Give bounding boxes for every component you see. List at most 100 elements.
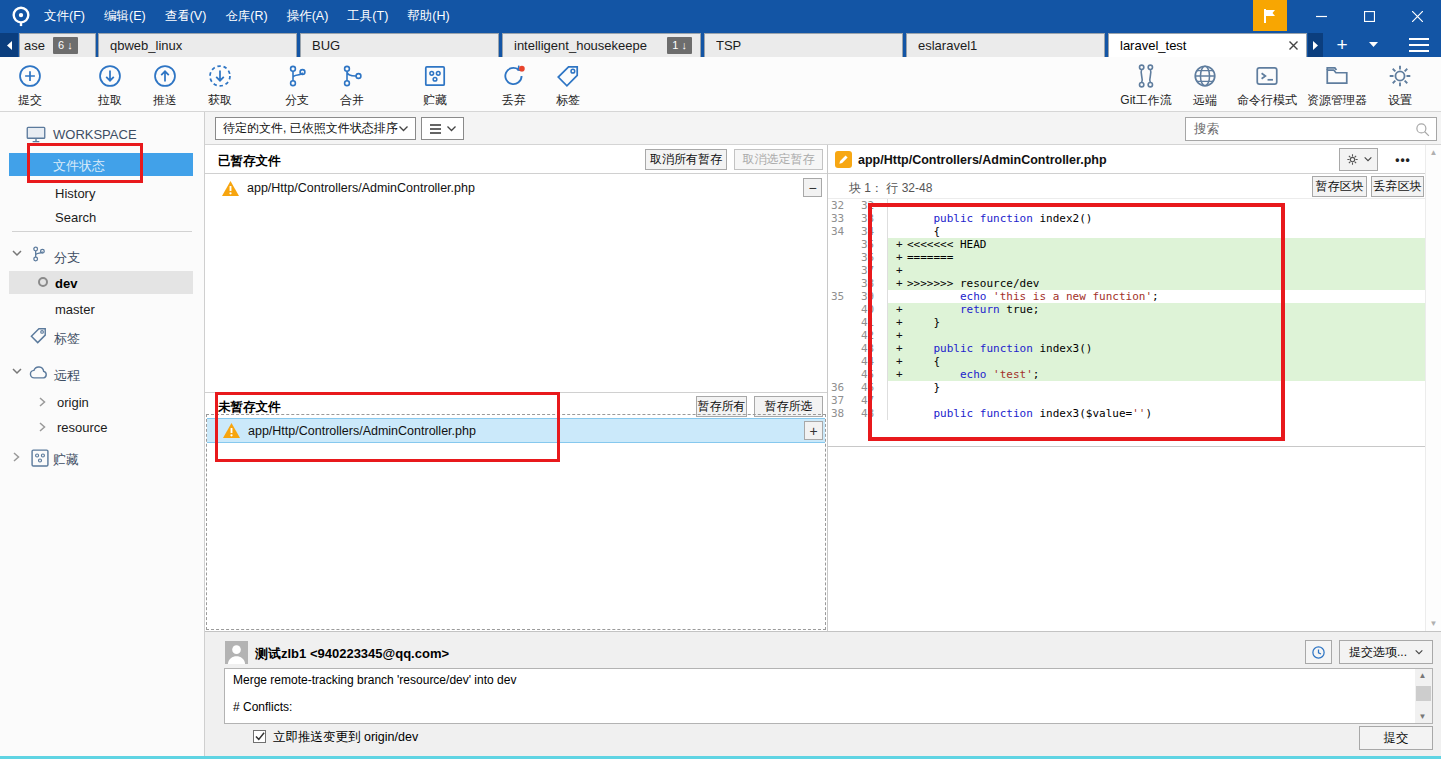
message-scrollbar[interactable]: ▲ ▼: [1415, 669, 1432, 723]
sidebar-item-history[interactable]: History: [55, 186, 95, 201]
more-options-button[interactable]: •••: [1388, 148, 1418, 171]
chevron-down-icon[interactable]: [12, 250, 22, 257]
sidebar-item-search[interactable]: Search: [55, 210, 96, 225]
cloud-icon: [29, 364, 49, 380]
flag-icon: [1263, 8, 1277, 24]
modified-file-icon: [835, 151, 852, 168]
diff-scrollbar[interactable]: ▲ ▼: [1425, 145, 1441, 631]
tab-partial[interactable]: ase6 ↓: [19, 33, 96, 57]
hamburger-menu-button[interactable]: [1405, 33, 1433, 57]
terminal-icon: [1229, 62, 1305, 90]
close-button[interactable]: [1393, 0, 1441, 32]
title-bar: 文件(F) 编辑(E) 查看(V) 仓库(R) 操作(A) 工具(T) 帮助(H): [0, 0, 1441, 32]
staged-title: 已暂存文件: [218, 153, 281, 170]
tab-badge: 1 ↓: [667, 37, 692, 54]
sidebar-item-origin[interactable]: origin: [57, 395, 89, 410]
menu-item-1[interactable]: 编辑(E): [104, 8, 146, 25]
tab-BUG[interactable]: BUG: [300, 33, 499, 57]
staged-file-row[interactable]: app/Http/Controllers/AdminController.php: [205, 176, 827, 200]
search-input[interactable]: 搜索: [1185, 117, 1437, 141]
chevron-down-icon: [1364, 157, 1372, 162]
push-immediately-label: 立即推送变更到 origin/dev: [273, 729, 418, 746]
sidebar-item-dev-label[interactable]: dev: [55, 276, 77, 291]
tab-laravel_test[interactable]: laravel_test: [1108, 33, 1307, 57]
push-immediately-checkbox[interactable]: [253, 730, 266, 743]
toolbar-commit-button[interactable]: 提交: [0, 62, 68, 109]
chevron-down-icon[interactable]: [12, 368, 22, 375]
filter-bar: 待定的文件, 已依照文件状态排序 搜索: [205, 112, 1441, 145]
stage-hunk-button[interactable]: 暂存区块: [1312, 176, 1367, 197]
sidebar-group-tags[interactable]: 标签: [54, 330, 80, 348]
staged-section-header: 已暂存文件 取消所有暂存 取消选定暂存: [205, 145, 827, 174]
tab-TSP[interactable]: TSP: [704, 33, 903, 57]
menu-item-2[interactable]: 查看(V): [165, 8, 207, 25]
diff-options-button[interactable]: [1339, 148, 1378, 171]
tag-icon: [29, 326, 48, 345]
sidebar-separator: [12, 231, 192, 232]
list-icon: [430, 124, 441, 134]
sidebar-group-branches[interactable]: 分支: [54, 249, 80, 267]
app-logo-icon: [10, 5, 32, 27]
sidebar-group-stash[interactable]: 贮藏: [53, 451, 79, 469]
menu-item-3[interactable]: 仓库(R): [225, 8, 267, 25]
commit-options-button[interactable]: 提交选项...: [1339, 640, 1433, 664]
tag-icon: [530, 62, 606, 90]
discard-hunk-button[interactable]: 丢弃区块: [1371, 176, 1424, 197]
minimize-button[interactable]: [1298, 0, 1345, 32]
hunk-header: 块 1： 行 32-48 暂存区块 丢弃区块: [828, 174, 1426, 199]
toolbar-fetch-button[interactable]: 获取: [182, 62, 258, 109]
unstage-selected-button[interactable]: 取消选定暂存: [734, 149, 823, 170]
tab-bar: ase6 ↓qbweb_linuxBUGintelligent_housekee…: [0, 32, 1441, 57]
menu-item-6[interactable]: 帮助(H): [407, 8, 449, 25]
sidebar-item-resource[interactable]: resource: [57, 420, 108, 435]
toolbar-settings-button[interactable]: 设置: [1362, 62, 1438, 109]
clock-icon: [1311, 645, 1326, 660]
menu-item-5[interactable]: 工具(T): [347, 8, 388, 25]
tab-qbweb_linux[interactable]: qbweb_linux: [98, 33, 297, 57]
commit-message-box[interactable]: Merge remote-tracking branch 'resource/d…: [224, 668, 1433, 724]
toolbar-terminal-button[interactable]: 命令行模式: [1229, 62, 1305, 109]
chevron-right-icon[interactable]: [39, 397, 46, 407]
unstage-all-button[interactable]: 取消所有暂存: [645, 149, 727, 170]
fetch-icon: [182, 62, 258, 90]
settings-icon: [1362, 62, 1438, 90]
stage-file-button[interactable]: +: [804, 421, 823, 440]
new-tab-button[interactable]: +: [1330, 33, 1354, 57]
tab-intelligent_housekeepe[interactable]: intelligent_housekeepe1 ↓: [502, 33, 701, 57]
merge-icon: [314, 62, 390, 90]
commit-message-text: Merge remote-tracking branch 'resource/d…: [233, 674, 1408, 715]
commit-author: 测试zlb1 <940223345@qq.com>: [255, 645, 449, 663]
chevron-down-icon: [1415, 650, 1423, 655]
menu-item-4[interactable]: 操作(A): [287, 8, 329, 25]
view-options-dropdown[interactable]: [421, 117, 464, 140]
sidebar-group-remotes[interactable]: 远程: [54, 367, 80, 385]
tab-badge: 6 ↓: [53, 37, 78, 54]
toolbar-tag-button[interactable]: 标签: [530, 62, 606, 109]
tab-eslaravel1[interactable]: eslaravel1: [906, 33, 1105, 57]
commit-history-button[interactable]: [1305, 640, 1332, 664]
workspace-icon: [26, 126, 46, 143]
menu-item-0[interactable]: 文件(F): [44, 8, 85, 25]
commit-button[interactable]: 提交: [1359, 726, 1433, 750]
sidebar-item-master[interactable]: master: [55, 302, 95, 317]
chevron-right-icon[interactable]: [13, 452, 20, 462]
unstage-file-button[interactable]: −: [803, 178, 822, 197]
stash-icon: [397, 62, 473, 90]
toolbar-merge-button[interactable]: 合并: [314, 62, 390, 109]
flag-button[interactable]: [1253, 0, 1287, 31]
annotation-box-diff: [868, 203, 1285, 441]
diff-filename: app/Http/Controllers/AdminController.php: [858, 153, 1107, 167]
tab-scroll-right-button[interactable]: [1308, 33, 1323, 57]
toolbar-stash-button[interactable]: 贮藏: [397, 62, 473, 109]
pending-files-dropdown[interactable]: 待定的文件, 已依照文件状态排序: [215, 117, 416, 140]
tab-dropdown-button[interactable]: [1365, 33, 1381, 57]
commit-icon: [0, 62, 68, 90]
gear-icon: [1346, 153, 1359, 166]
file-status-panel: 已暂存文件 取消所有暂存 取消选定暂存 app/Http/Controllers…: [205, 145, 827, 631]
toolbar: 提交拉取推送获取分支合并贮藏丢弃标签Git工作流远端命令行模式资源管理器设置: [0, 57, 1441, 112]
search-icon: [1415, 122, 1430, 137]
maximize-button[interactable]: [1346, 0, 1393, 32]
tab-close-icon[interactable]: [1289, 41, 1298, 50]
chevron-right-icon[interactable]: [39, 422, 46, 432]
tab-scroll-left-button[interactable]: [0, 33, 18, 57]
